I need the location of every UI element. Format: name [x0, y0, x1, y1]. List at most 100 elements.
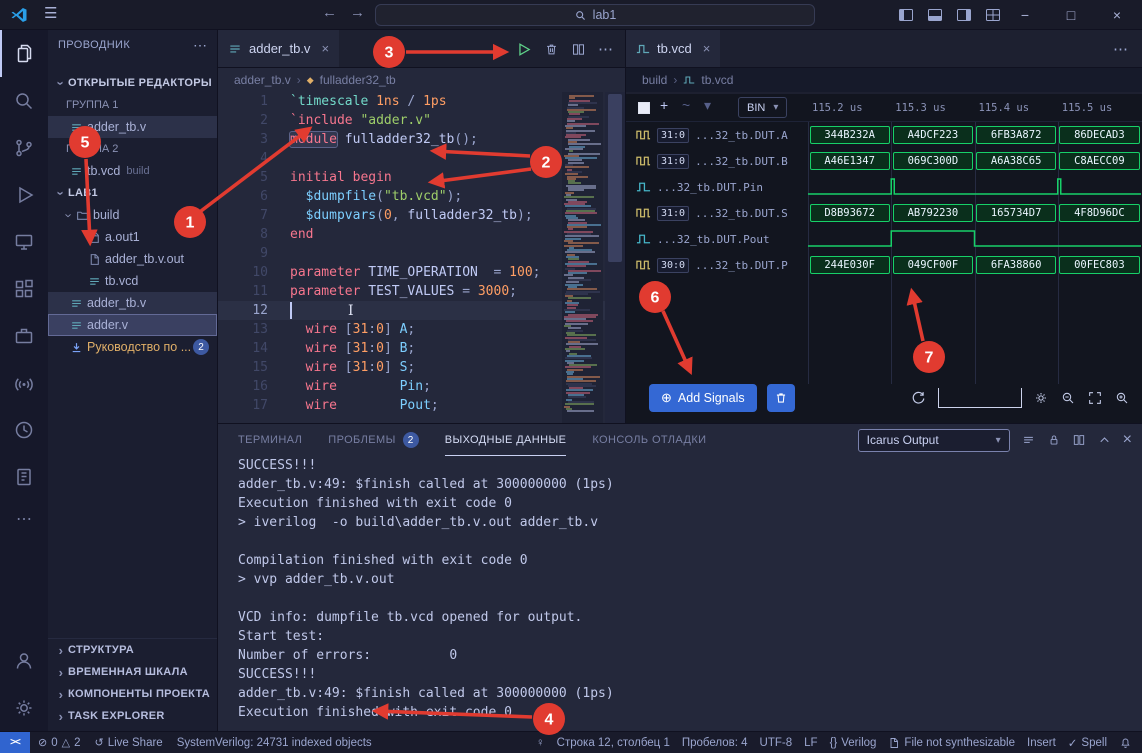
activity-notebook[interactable] — [0, 453, 48, 500]
code-area[interactable]: 1`timescale 1ns / 1ps2`include "adder.v"… — [218, 92, 625, 423]
signal-row[interactable]: 31:0...32_tb.DUT.A344B232AA4DCF2236FB3A8… — [626, 122, 1142, 148]
zoom-in-icon[interactable] — [1114, 390, 1130, 406]
run-button[interactable] — [515, 41, 532, 58]
insert-mode-status[interactable]: Insert — [1027, 737, 1056, 749]
tab-tb-vcd[interactable]: tb.vcd × — [626, 30, 720, 67]
forward-icon[interactable]: → — [350, 4, 365, 21]
tree-item[interactable]: a.out1 — [48, 226, 217, 248]
activity-remote-explorer[interactable] — [0, 218, 48, 265]
activity-project-manager[interactable] — [0, 312, 48, 359]
more-actions-icon[interactable]: ⋯ — [598, 40, 613, 58]
breadcrumb-symbol[interactable]: fulladder32_tb — [320, 73, 396, 87]
lock-icon[interactable] — [1047, 433, 1061, 447]
back-icon[interactable]: ← — [322, 4, 337, 21]
activity-explorer[interactable] — [0, 30, 48, 77]
fit-screen-icon[interactable] — [1087, 390, 1103, 406]
tree-item[interactable]: adder_tb.v — [48, 116, 217, 138]
activity-run-debug[interactable] — [0, 171, 48, 218]
indexer-status[interactable]: SystemVerilog: 24731 indexed objects — [177, 737, 372, 749]
gear-icon[interactable] — [1033, 390, 1049, 406]
breadcrumb[interactable]: adder_tb.v › ◆ fulladder32_tb — [218, 68, 625, 92]
wave-breadcrumb[interactable]: build › tb.vcd — [626, 68, 1142, 92]
activity-search[interactable] — [0, 77, 48, 124]
scrollbar-thumb[interactable] — [608, 94, 622, 262]
open-in-editor-icon[interactable] — [1072, 433, 1086, 447]
add-icon[interactable]: + — [660, 97, 668, 113]
activity-settings[interactable] — [0, 684, 48, 731]
signal-row[interactable]: 31:0...32_tb.DUT.SD8B93672AB792230165734… — [626, 200, 1142, 226]
tree-item[interactable]: adder_tb.v — [48, 292, 217, 314]
analog-wave-icon[interactable]: ~ — [682, 97, 690, 113]
notifications-bell[interactable] — [1119, 736, 1132, 749]
signal-row[interactable]: ...32_tb.DUT.Pout — [626, 226, 1142, 252]
tree-item[interactable]: ГРУППА 1 — [48, 94, 217, 116]
minimap[interactable] — [562, 92, 603, 423]
synthesizable-status[interactable]: File not synthesizable — [888, 737, 1015, 749]
panel-tab-2[interactable]: ВЫХОДНЫЕ ДАННЫЕ — [445, 424, 567, 456]
remote-indicator[interactable]: >< — [0, 732, 30, 753]
language-status[interactable]: {}Verilog — [830, 737, 877, 749]
color-swatch-icon[interactable] — [638, 102, 650, 114]
sidebar-section-header[interactable]: ›LAB1 — [48, 182, 217, 204]
close-button[interactable]: × — [1094, 0, 1140, 30]
remove-signals-button[interactable] — [767, 384, 795, 412]
maximize-panel-icon[interactable] — [1097, 433, 1112, 448]
close-tab-icon[interactable]: × — [703, 41, 711, 56]
signal-row[interactable]: ...32_tb.DUT.Pin — [626, 174, 1142, 200]
chevron-down-icon[interactable]: ▾ — [704, 97, 711, 114]
activity-source-control[interactable] — [0, 124, 48, 171]
activity-more[interactable]: ⋯ — [0, 500, 48, 538]
indentation-status[interactable]: Пробелов: 4 — [682, 737, 748, 749]
toggle-sidebar-icon[interactable] — [898, 7, 914, 23]
activity-extensions[interactable] — [0, 265, 48, 312]
menu-icon[interactable]: ☰ — [44, 4, 57, 22]
close-tab-icon[interactable]: × — [321, 41, 329, 56]
spell-status[interactable]: ✓Spell — [1068, 736, 1107, 750]
panel-tab-1[interactable]: ПРОБЛЕМЫ2 — [328, 424, 418, 456]
output-channel-select[interactable]: Icarus Output ▾ — [858, 429, 1010, 452]
more-actions-icon[interactable]: ⋯ — [1113, 40, 1128, 58]
activity-accounts[interactable] — [0, 637, 48, 684]
tree-item[interactable]: adder.v — [48, 314, 217, 336]
trash-icon[interactable] — [544, 42, 559, 57]
maximize-button[interactable]: □ — [1048, 0, 1094, 30]
split-editor-icon[interactable] — [571, 42, 586, 57]
tree-item[interactable]: ГРУППА 2 — [48, 138, 217, 160]
tree-item[interactable]: ›build — [48, 204, 217, 226]
breadcrumb-file[interactable]: adder_tb.v — [234, 73, 291, 87]
encoding-status[interactable]: UTF-8 — [760, 737, 793, 749]
tree-item[interactable]: tb.vcd — [48, 270, 217, 292]
live-share-status[interactable]: ↺ Live Share — [95, 736, 163, 749]
close-panel-icon[interactable]: × — [1123, 431, 1132, 449]
cursor-position[interactable]: Строка 12, столбец 1 — [557, 737, 670, 749]
activity-live-share[interactable] — [0, 359, 48, 406]
sidebar-item-guide[interactable]: Руководство по ...2 — [48, 336, 217, 358]
word-wrap-icon[interactable] — [1021, 433, 1036, 448]
sidebar-bottom-section-0[interactable]: ›СТРУКТУРА — [48, 639, 217, 661]
sidebar-bottom-section-3[interactable]: ›TASK EXPLORER — [48, 705, 217, 727]
signal-row[interactable]: 30:0...32_tb.DUT.P244E030F049CF00F6FA388… — [626, 252, 1142, 278]
signal-row[interactable]: 31:0...32_tb.DUT.BA46E1347069C300DA6A38C… — [626, 148, 1142, 174]
zoom-out-icon[interactable] — [1060, 390, 1076, 406]
terminal-output[interactable]: SUCCESS!!!adder_tb.v:49: $finish called … — [218, 456, 1142, 731]
tab-adder-tb-v[interactable]: adder_tb.v × — [218, 30, 339, 67]
format-select[interactable]: BIN ▾ — [738, 97, 787, 118]
tree-item[interactable]: tb.vcdbuild — [48, 160, 217, 182]
editor-scrollbar[interactable] — [605, 92, 625, 423]
breadcrumb-folder[interactable]: build — [642, 73, 667, 87]
sidebar-bottom-section-2[interactable]: ›КОМПОНЕНТЫ ПРОЕКТА — [48, 683, 217, 705]
zoom-range-input[interactable] — [938, 388, 1022, 408]
sidebar-more-icon[interactable]: ⋯ — [193, 37, 207, 54]
eol-status[interactable]: LF — [804, 737, 817, 749]
tree-item[interactable]: adder_tb.v.out — [48, 248, 217, 270]
sidebar-section-header[interactable]: ›ОТКРЫТЫЕ РЕДАКТОРЫ — [48, 72, 217, 94]
panel-tab-3[interactable]: КОНСОЛЬ ОТЛАДКИ — [592, 424, 706, 456]
refresh-icon[interactable] — [910, 390, 927, 407]
customize-layout-icon[interactable] — [985, 7, 1001, 23]
sidebar-bottom-section-1[interactable]: ›ВРЕМЕННАЯ ШКАЛА — [48, 661, 217, 683]
search-box[interactable]: lab1 — [375, 4, 815, 26]
add-signals-button[interactable]: ⊕ Add Signals — [649, 384, 757, 412]
minimize-button[interactable]: − — [1002, 0, 1048, 30]
toggle-secondary-sidebar-icon[interactable] — [956, 7, 972, 23]
problems-status[interactable]: ⊘0 △2 — [38, 736, 81, 749]
